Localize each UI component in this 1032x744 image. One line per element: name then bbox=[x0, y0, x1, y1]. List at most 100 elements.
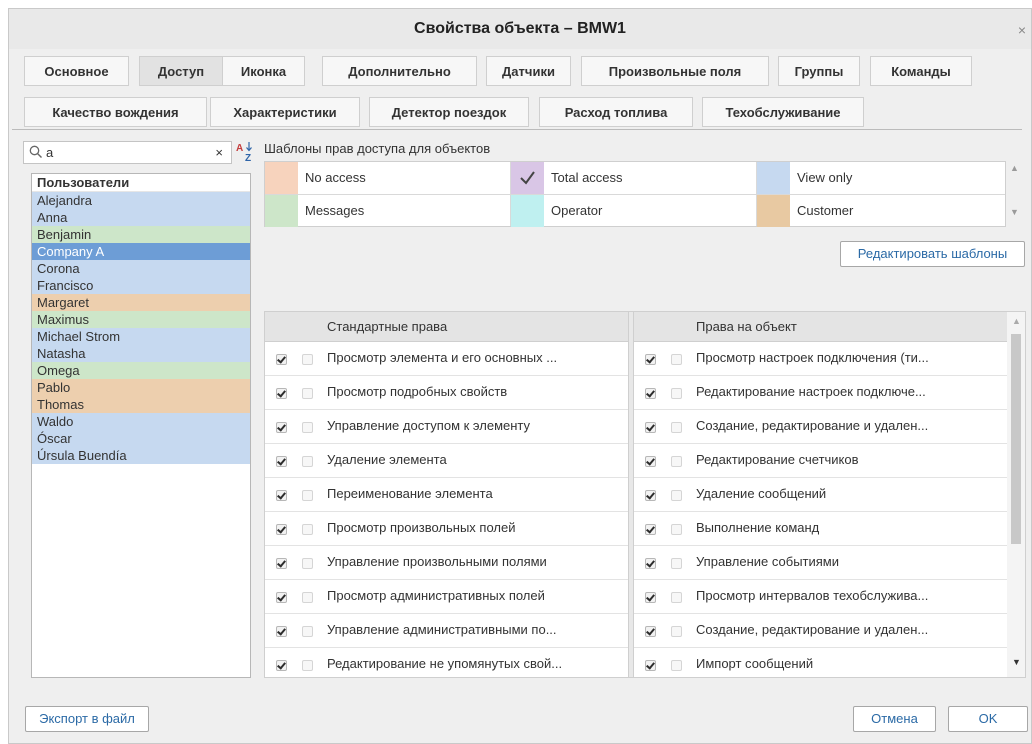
checkbox-checked[interactable] bbox=[276, 660, 287, 671]
table-row[interactable]: Просмотр элемента и его основных ... bbox=[265, 342, 629, 376]
table-row[interactable]: Редактирование не упомянутых свой... bbox=[265, 648, 629, 677]
checkbox-checked[interactable] bbox=[645, 660, 656, 671]
cancel-button[interactable]: Отмена bbox=[853, 706, 936, 732]
checkbox-checked[interactable] bbox=[645, 558, 656, 569]
templates-grid: No access Total access View only Message… bbox=[264, 161, 1006, 227]
tab-tehobsluzhivanie[interactable]: Техобслуживание bbox=[702, 97, 864, 127]
list-item[interactable]: Natasha bbox=[32, 345, 250, 362]
user-search[interactable]: × bbox=[23, 141, 232, 164]
tab-detektor-poezdok[interactable]: Детектор поездок bbox=[369, 97, 529, 127]
scrollbar-thumb[interactable] bbox=[1011, 334, 1021, 544]
checkbox-checked[interactable] bbox=[645, 456, 656, 467]
table-row[interactable]: Просмотр интервалов техобслужива... bbox=[634, 580, 1007, 614]
table-row[interactable]: Выполнение команд bbox=[634, 512, 1007, 546]
table-row[interactable]: Просмотр настроек подключения (ти... bbox=[634, 342, 1007, 376]
checkbox-checked[interactable] bbox=[276, 422, 287, 433]
template-customer[interactable]: Customer bbox=[757, 195, 1003, 227]
checkbox-checked[interactable] bbox=[276, 592, 287, 603]
checkbox-disabled bbox=[302, 592, 313, 603]
list-item[interactable]: Waldo bbox=[32, 413, 250, 430]
scroll-down-icon[interactable]: ▼ bbox=[1012, 657, 1021, 667]
sort-az-icon[interactable]: A Z bbox=[236, 141, 256, 163]
checkbox-checked[interactable] bbox=[276, 354, 287, 365]
checkbox-checked[interactable] bbox=[276, 626, 287, 637]
template-messages[interactable]: Messages bbox=[265, 195, 511, 227]
template-operator[interactable]: Operator bbox=[511, 195, 757, 227]
tab-datchiki[interactable]: Датчики bbox=[486, 56, 571, 86]
list-item[interactable]: Francisco bbox=[32, 277, 250, 294]
tab-proizvolnye-polya[interactable]: Произвольные поля bbox=[581, 56, 769, 86]
list-item[interactable]: Corona bbox=[32, 260, 250, 277]
search-input[interactable] bbox=[46, 144, 206, 161]
table-row[interactable]: Просмотр произвольных полей bbox=[265, 512, 629, 546]
template-no-access[interactable]: No access bbox=[265, 162, 511, 194]
checkbox-checked[interactable] bbox=[276, 524, 287, 535]
template-view-only[interactable]: View only bbox=[757, 162, 1003, 194]
table-row[interactable]: Удаление элемента bbox=[265, 444, 629, 478]
rights-scrollbar[interactable]: ▲ ▼ bbox=[1007, 312, 1025, 677]
checkbox-checked[interactable] bbox=[645, 592, 656, 603]
checkbox-checked[interactable] bbox=[276, 456, 287, 467]
close-icon[interactable]: × bbox=[1015, 23, 1029, 37]
edit-templates-button[interactable]: Редактировать шаблоны bbox=[840, 241, 1025, 267]
scroll-up-icon[interactable]: ▲ bbox=[1012, 316, 1021, 326]
standard-rights-column: Стандартные права Просмотр элемента и ег… bbox=[265, 312, 629, 677]
table-row[interactable]: Управление административными по... bbox=[265, 614, 629, 648]
right-label: Управление административными по... bbox=[327, 622, 557, 637]
list-item[interactable]: Company A bbox=[32, 243, 250, 260]
list-item[interactable]: Pablo bbox=[32, 379, 250, 396]
table-row[interactable]: Импорт сообщений bbox=[634, 648, 1007, 677]
list-item[interactable]: Anna bbox=[32, 209, 250, 226]
scroll-down-icon[interactable]: ▼ bbox=[1010, 207, 1019, 217]
list-item[interactable]: Óscar bbox=[32, 430, 250, 447]
checkbox-checked[interactable] bbox=[645, 626, 656, 637]
tab-dostup[interactable]: Доступ bbox=[139, 56, 223, 86]
template-total-access[interactable]: Total access bbox=[511, 162, 757, 194]
tab-osnovnoe[interactable]: Основное bbox=[24, 56, 129, 86]
scroll-up-icon[interactable]: ▲ bbox=[1010, 163, 1019, 173]
table-row[interactable]: Редактирование счетчиков bbox=[634, 444, 1007, 478]
table-row[interactable]: Создание, редактирование и удален... bbox=[634, 614, 1007, 648]
template-label: Operator bbox=[551, 203, 603, 218]
clear-search-icon[interactable]: × bbox=[215, 145, 223, 160]
table-row[interactable]: Создание, редактирование и удален... bbox=[634, 410, 1007, 444]
checkbox-checked[interactable] bbox=[276, 388, 287, 399]
checkbox-disabled bbox=[671, 490, 682, 501]
table-row[interactable]: Просмотр подробных свойств bbox=[265, 376, 629, 410]
tab-gruppy[interactable]: Группы bbox=[778, 56, 860, 86]
tab-kachestvo-vozhdeniya[interactable]: Качество вождения bbox=[24, 97, 207, 127]
table-row[interactable]: Управление доступом к элементу bbox=[265, 410, 629, 444]
list-item[interactable]: Benjamin bbox=[32, 226, 250, 243]
right-label: Управление доступом к элементу bbox=[327, 418, 531, 433]
tab-komandy[interactable]: Команды bbox=[870, 56, 972, 86]
checkbox-checked[interactable] bbox=[276, 558, 287, 569]
list-item[interactable]: Michael Strom bbox=[32, 328, 250, 345]
list-item[interactable]: Úrsula Buendía bbox=[32, 447, 250, 464]
checkbox-disabled bbox=[302, 524, 313, 535]
tab-rashod-topliva[interactable]: Расход топлива bbox=[539, 97, 693, 127]
tab-dopolnitelno[interactable]: Дополнительно bbox=[322, 56, 477, 86]
list-item[interactable]: Alejandra bbox=[32, 192, 250, 209]
list-item[interactable]: Omega bbox=[32, 362, 250, 379]
table-row[interactable]: Удаление сообщений bbox=[634, 478, 1007, 512]
checkbox-checked[interactable] bbox=[276, 490, 287, 501]
checkbox-checked[interactable] bbox=[645, 490, 656, 501]
list-item[interactable]: Thomas bbox=[32, 396, 250, 413]
table-row[interactable]: Переименование элемента bbox=[265, 478, 629, 512]
checkbox-checked[interactable] bbox=[645, 388, 656, 399]
checkbox-checked[interactable] bbox=[645, 354, 656, 365]
ok-button[interactable]: OK bbox=[948, 706, 1028, 732]
tab-harakteristiki[interactable]: Характеристики bbox=[210, 97, 360, 127]
table-row[interactable]: Управление произвольными полями bbox=[265, 546, 629, 580]
list-item[interactable]: Margaret bbox=[32, 294, 250, 311]
table-row[interactable]: Просмотр административных полей bbox=[265, 580, 629, 614]
checkbox-checked[interactable] bbox=[645, 422, 656, 433]
table-row[interactable]: Редактирование настроек подключе... bbox=[634, 376, 1007, 410]
table-row[interactable]: Управление событиями bbox=[634, 546, 1007, 580]
checkbox-disabled bbox=[302, 490, 313, 501]
list-item[interactable]: Maximus bbox=[32, 311, 250, 328]
right-label: Просмотр подробных свойств bbox=[327, 384, 508, 399]
tab-ikonka[interactable]: Иконка bbox=[222, 56, 305, 86]
export-button[interactable]: Экспорт в файл bbox=[25, 706, 149, 732]
checkbox-checked[interactable] bbox=[645, 524, 656, 535]
